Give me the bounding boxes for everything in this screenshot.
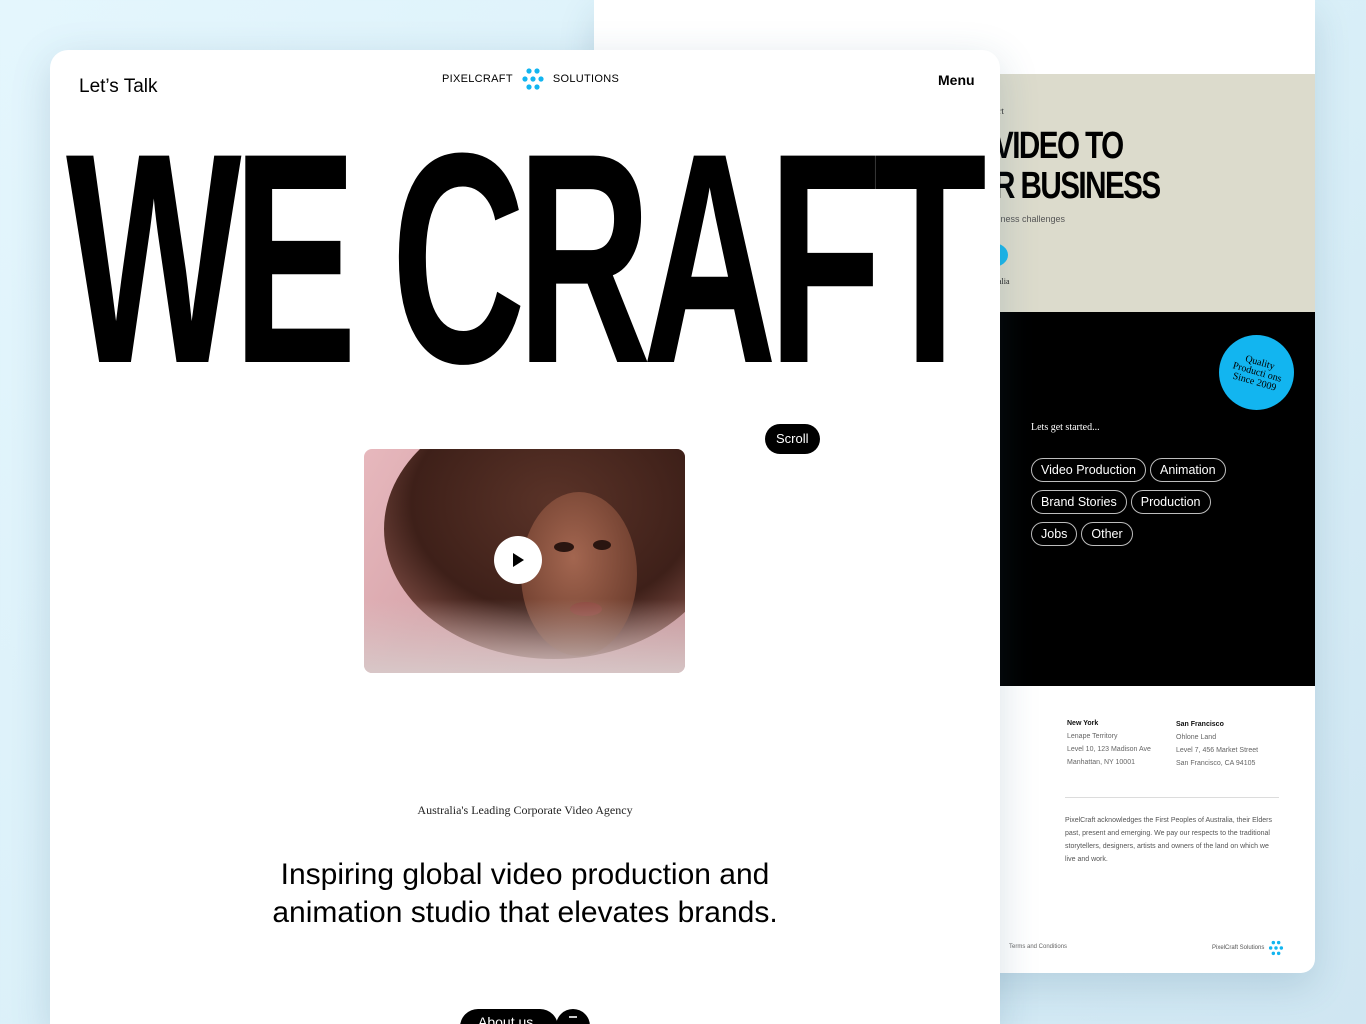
office-city: New York xyxy=(1067,720,1099,727)
office-line: San Francisco, CA 94105 xyxy=(1176,760,1256,767)
lead-line: animation studio that elevates brands. xyxy=(272,896,778,929)
terms-link[interactable]: Terms and Conditions xyxy=(1009,944,1067,950)
back-heading-line: R BUSINESS xyxy=(994,165,1161,207)
about-us-button[interactable]: About us xyxy=(460,1009,558,1024)
chip-brand-stories[interactable]: Brand Stories xyxy=(1031,490,1127,514)
hero-title-text: WE CRAFT xyxy=(66,90,987,426)
chip-animation[interactable]: Animation xyxy=(1149,458,1226,482)
video-thumbnail[interactable] xyxy=(364,449,685,673)
front-page-preview: Let’s Talk PIXELCRAFT SOLUTIONS Menu WE … xyxy=(50,50,1000,1024)
chip-jobs[interactable]: Jobs xyxy=(1031,522,1078,546)
scroll-button[interactable]: Scroll xyxy=(765,424,820,454)
chip-other[interactable]: Other xyxy=(1081,522,1133,546)
lead-statement: Inspiring global video production and an… xyxy=(50,856,1000,932)
brand-name-left: PIXELCRAFT xyxy=(442,73,513,85)
get-started-label: Lets get started... xyxy=(1031,422,1100,433)
footer-brand-label: PixelCraft Solutions xyxy=(1212,945,1265,951)
chip-row: Jobs Other xyxy=(1031,522,1271,546)
office-new-york: New York Lenape Territory Level 10, 123 … xyxy=(1067,717,1151,769)
play-icon xyxy=(513,553,524,567)
play-button[interactable] xyxy=(494,536,542,584)
back-subtitle: siness challenges xyxy=(994,214,1066,224)
brand-logo[interactable]: PIXELCRAFT SOLUTIONS xyxy=(442,67,619,91)
chip-row: Brand Stories Production xyxy=(1031,490,1271,514)
lead-line: Inspiring global video production and xyxy=(280,858,770,891)
back-heading: VIDEO TO R BUSINESS xyxy=(994,126,1244,206)
office-line: Level 10, 123 Madison Ave xyxy=(1067,746,1151,753)
footer-divider xyxy=(1065,797,1279,798)
arrow-down-icon xyxy=(569,1016,577,1018)
office-line: Manhattan, NY 10001 xyxy=(1067,759,1135,766)
office-line: Level 7, 456 Market Street xyxy=(1176,747,1259,754)
chip-row: Video Production Animation xyxy=(1031,458,1271,482)
back-heading-line: VIDEO TO xyxy=(994,125,1124,167)
quality-badge: Quality Producti ons Since 2009 xyxy=(1219,335,1294,410)
acknowledgement-text: PixelCraft acknowledges the First People… xyxy=(1065,817,1272,863)
office-line: Ohlone Land xyxy=(1176,734,1217,741)
hero-title: WE CRAFT xyxy=(66,108,987,408)
brand-name-right: SOLUTIONS xyxy=(552,73,620,85)
office-line: Lenape Territory xyxy=(1067,733,1118,740)
quality-badge-text: Quality Producti ons Since 2009 xyxy=(1230,352,1283,394)
menu-button[interactable]: Menu xyxy=(938,72,975,88)
pixelcraft-logo-icon xyxy=(522,68,544,90)
chip-production[interactable]: Production xyxy=(1130,490,1211,514)
topic-chips: Video Production Animation Brand Stories… xyxy=(1031,458,1271,554)
pixelcraft-logo-icon xyxy=(1269,940,1284,956)
office-city: San Francisco xyxy=(1176,721,1224,728)
agency-tagline: Australia's Leading Corporate Video Agen… xyxy=(417,803,633,817)
footer-brand[interactable]: PixelCraft Solutions xyxy=(1212,940,1284,956)
chip-video-production[interactable]: Video Production xyxy=(1031,458,1146,482)
office-san-francisco: San Francisco Ohlone Land Level 7, 456 M… xyxy=(1176,718,1258,770)
about-arrow-button[interactable] xyxy=(556,1009,590,1024)
